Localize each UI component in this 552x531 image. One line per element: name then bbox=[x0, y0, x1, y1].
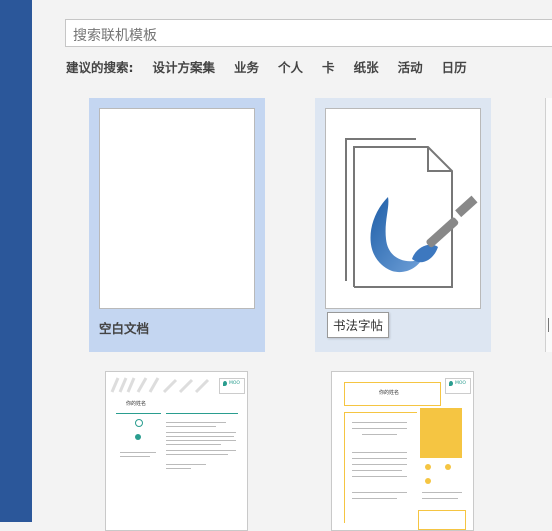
calligraphy-thumbnail bbox=[325, 108, 481, 309]
resume-1-text-line bbox=[166, 454, 228, 455]
email-icon bbox=[135, 419, 143, 427]
partial-template-tile[interactable] bbox=[545, 98, 552, 352]
partial-template-label-mark bbox=[548, 318, 552, 332]
resume-2-web-icon bbox=[425, 478, 431, 484]
resume-1-text-line bbox=[166, 422, 226, 423]
resume-1-brand-box: MOO bbox=[219, 378, 245, 394]
suggestion-calendar[interactable]: 日历 bbox=[442, 57, 467, 76]
resume-2-name: 你的姓名 bbox=[379, 390, 400, 396]
resume-2-text-line bbox=[422, 498, 458, 499]
resume-2-text-line bbox=[352, 452, 407, 453]
resume-1-text-line bbox=[166, 432, 236, 433]
resume-1-text-line bbox=[166, 426, 216, 427]
template-resume-2[interactable]: MOO 你的姓名 bbox=[331, 371, 474, 531]
suggestion-personal[interactable]: 个人 bbox=[278, 57, 303, 76]
drop-icon bbox=[449, 381, 453, 386]
resume-2-text-line bbox=[362, 434, 397, 435]
suggestion-event[interactable]: 活动 bbox=[398, 57, 423, 76]
drop-icon bbox=[223, 381, 227, 386]
resume-1-text-line bbox=[166, 468, 191, 469]
resume-2-text-line bbox=[352, 422, 407, 423]
blank-document-thumbnail bbox=[99, 108, 255, 309]
resume-2-text-line bbox=[352, 492, 407, 493]
resume-2-sidebar-block bbox=[420, 408, 462, 458]
resume-2-brand: MOO bbox=[455, 381, 466, 386]
resume-1-text-line bbox=[166, 436, 234, 437]
suggestion-business[interactable]: 业务 bbox=[234, 57, 259, 76]
search-input[interactable] bbox=[65, 19, 552, 47]
template-resume-1[interactable]: MOO 你的姓名 bbox=[105, 371, 248, 531]
resume-1-text-line bbox=[166, 464, 206, 465]
resume-2-text-line bbox=[352, 458, 407, 459]
resume-2-name-box: 你的姓名 bbox=[344, 382, 441, 406]
resume-2-text-line bbox=[422, 492, 462, 493]
resume-2-brand-box: MOO bbox=[445, 378, 471, 394]
resume-1-text-line bbox=[120, 452, 156, 453]
resume-2-text-line bbox=[352, 498, 397, 499]
template-label-blank: 空白文档 bbox=[99, 321, 150, 336]
template-blank-document[interactable]: 空白文档 bbox=[89, 98, 265, 352]
resume-2-text-line bbox=[352, 470, 402, 471]
suggestion-design-sets[interactable]: 设计方案集 bbox=[153, 57, 216, 76]
left-nav-bar bbox=[0, 0, 32, 522]
resume-2-text-line bbox=[352, 476, 407, 477]
suggested-searches: 建议的搜索: 设计方案集 业务 个人 卡 纸张 活动 日历 bbox=[66, 57, 467, 76]
resume-1-text-line bbox=[166, 450, 236, 451]
resume-2-email-icon bbox=[425, 464, 431, 470]
resume-1-text-line bbox=[166, 444, 221, 445]
resume-2-text-line bbox=[352, 428, 407, 429]
suggested-searches-label: 建议的搜索: bbox=[66, 60, 134, 75]
resume-2-phone-icon bbox=[445, 464, 451, 470]
resume-2-footer-box bbox=[418, 510, 466, 530]
resume-1-divider-2 bbox=[166, 413, 238, 414]
resume-1-text-line bbox=[166, 440, 236, 441]
resume-1-divider bbox=[116, 413, 161, 414]
suggestion-card[interactable]: 卡 bbox=[322, 57, 335, 76]
phone-icon bbox=[135, 434, 141, 440]
calligraphy-brush-icon bbox=[345, 138, 478, 288]
suggestion-paper[interactable]: 纸张 bbox=[354, 57, 379, 76]
resume-2-text-line bbox=[352, 464, 407, 465]
resume-1-brand: MOO bbox=[229, 381, 240, 386]
resume-1-name: 你的姓名 bbox=[126, 401, 147, 407]
template-tooltip: 书法字帖 bbox=[327, 312, 390, 338]
resume-1-text-line bbox=[120, 456, 150, 457]
